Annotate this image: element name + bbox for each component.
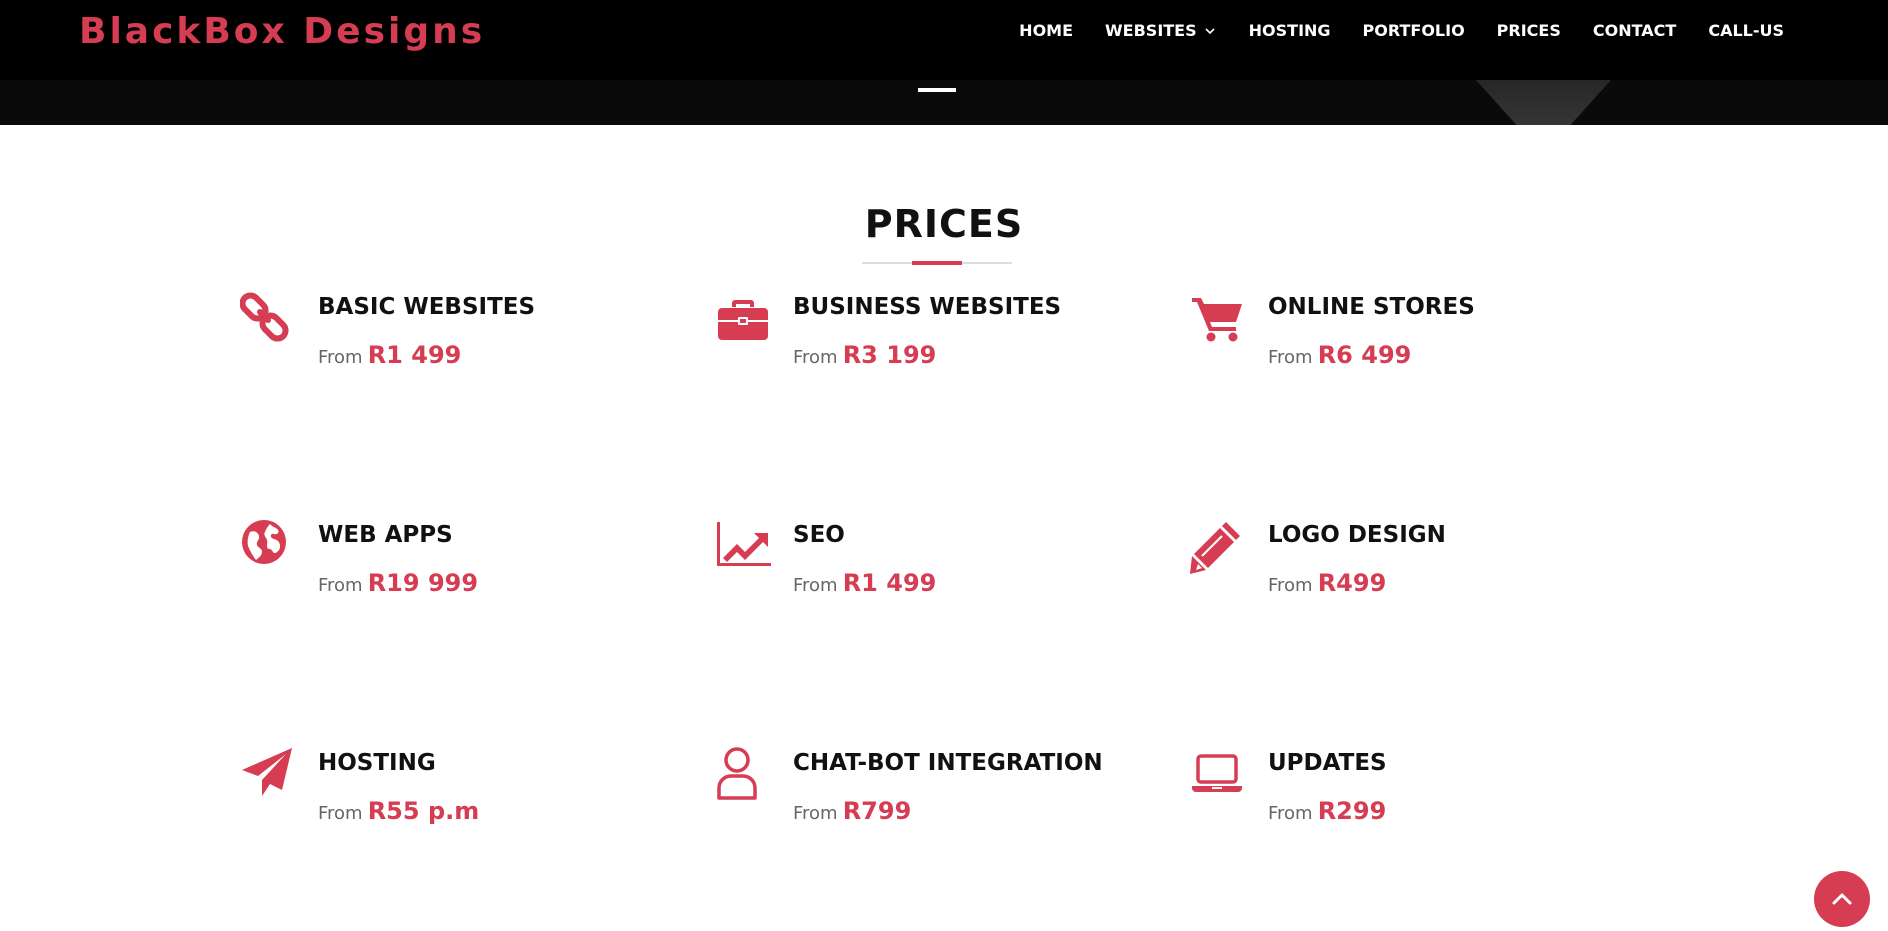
briefcase-icon <box>715 290 771 346</box>
price-item-logo-design: LOGO DESIGN From R499 <box>1190 512 1630 642</box>
item-price: R499 <box>1317 569 1387 597</box>
nav-call-us[interactable]: CALL-US <box>1708 19 1784 43</box>
brand-logo[interactable]: BlackBox Designs <box>79 10 485 54</box>
item-price: R6 499 <box>1317 341 1412 369</box>
item-name: BUSINESS WEBSITES <box>793 294 1062 320</box>
item-price: R1 499 <box>842 569 937 597</box>
main-nav: HOME WEBSITES HOSTING PORTFOLIO PRICES C… <box>1019 19 1784 43</box>
cart-icon <box>1190 290 1246 346</box>
hero-slide-indicator[interactable] <box>918 88 956 92</box>
item-price-line: From R1 499 <box>793 566 936 603</box>
nav-portfolio[interactable]: PORTFOLIO <box>1363 19 1465 43</box>
from-label: From <box>318 575 363 596</box>
from-label: From <box>1268 347 1313 368</box>
item-name: ONLINE STORES <box>1268 294 1475 320</box>
laptop-icon <box>1190 746 1246 802</box>
item-name: HOSTING <box>318 750 436 776</box>
item-price: R799 <box>842 797 912 825</box>
nav-contact[interactable]: CONTACT <box>1593 19 1676 43</box>
from-label: From <box>793 803 838 824</box>
item-name: SEO <box>793 522 845 548</box>
hero-decoration <box>1476 80 1611 125</box>
price-item-updates: UPDATES From R299 <box>1190 740 1630 870</box>
price-item-business-websites: BUSINESS WEBSITES From R3 199 <box>715 284 1155 414</box>
item-price: R55 p.m <box>367 797 480 825</box>
chart-up-icon <box>715 518 771 574</box>
nav-home-label: HOME <box>1019 21 1074 40</box>
item-price-line: From R799 <box>793 794 911 831</box>
price-item-chat-bot-integration: CHAT-BOT INTEGRATION From R799 <box>715 740 1155 870</box>
item-name: UPDATES <box>1268 750 1387 776</box>
site-header: BlackBox Designs HOME WEBSITES HOSTING P… <box>0 0 1888 125</box>
pencil-icon <box>1190 518 1246 574</box>
from-label: From <box>1268 803 1313 824</box>
price-item-web-apps: WEB APPS From R19 999 <box>240 512 680 642</box>
from-label: From <box>793 347 838 368</box>
from-label: From <box>318 347 363 368</box>
link-icon <box>240 290 296 346</box>
nav-home[interactable]: HOME <box>1019 19 1073 43</box>
item-price: R3 199 <box>842 341 937 369</box>
heading-divider-accent <box>912 261 962 265</box>
nav-portfolio-label: PORTFOLIO <box>1362 21 1465 40</box>
item-name: LOGO DESIGN <box>1268 522 1446 548</box>
chevron-down-icon <box>1205 28 1215 35</box>
item-price-line: From R3 199 <box>793 338 936 375</box>
globe-icon <box>240 518 296 574</box>
item-name: CHAT-BOT INTEGRATION <box>793 750 1103 776</box>
from-label: From <box>318 803 363 824</box>
item-price: R299 <box>1317 797 1387 825</box>
nav-websites-label: WEBSITES <box>1105 21 1197 40</box>
item-price-line: From R499 <box>1268 566 1386 603</box>
scroll-to-top-button[interactable] <box>1814 871 1870 927</box>
chevron-up-icon <box>1832 893 1852 905</box>
price-item-basic-websites: BASIC WEBSITES From R1 499 <box>240 284 680 414</box>
nav-contact-label: CONTACT <box>1592 21 1677 40</box>
prices-heading: PRICES <box>864 202 1024 246</box>
heading-divider <box>862 261 1012 265</box>
nav-prices[interactable]: PRICES <box>1497 19 1561 43</box>
nav-websites[interactable]: WEBSITES <box>1105 19 1217 43</box>
item-price-line: From R55 p.m <box>318 794 479 831</box>
from-label: From <box>1268 575 1313 596</box>
paper-plane-icon <box>240 746 296 802</box>
item-price-line: From R19 999 <box>318 566 478 603</box>
user-icon <box>715 746 771 802</box>
nav-prices-label: PRICES <box>1496 21 1561 40</box>
item-price: R19 999 <box>367 569 479 597</box>
price-item-seo: SEO From R1 499 <box>715 512 1155 642</box>
nav-hosting[interactable]: HOSTING <box>1249 19 1331 43</box>
nav-hosting-label: HOSTING <box>1248 21 1331 40</box>
item-price-line: From R299 <box>1268 794 1386 831</box>
item-price-line: From R1 499 <box>318 338 461 375</box>
item-price: R1 499 <box>367 341 462 369</box>
price-item-online-stores: ONLINE STORES From R6 499 <box>1190 284 1630 414</box>
item-price-line: From R6 499 <box>1268 338 1411 375</box>
nav-call-us-label: CALL-US <box>1708 21 1784 40</box>
from-label: From <box>793 575 838 596</box>
item-name: BASIC WEBSITES <box>318 294 536 320</box>
item-name: WEB APPS <box>318 522 453 548</box>
price-item-hosting: HOSTING From R55 p.m <box>240 740 680 870</box>
